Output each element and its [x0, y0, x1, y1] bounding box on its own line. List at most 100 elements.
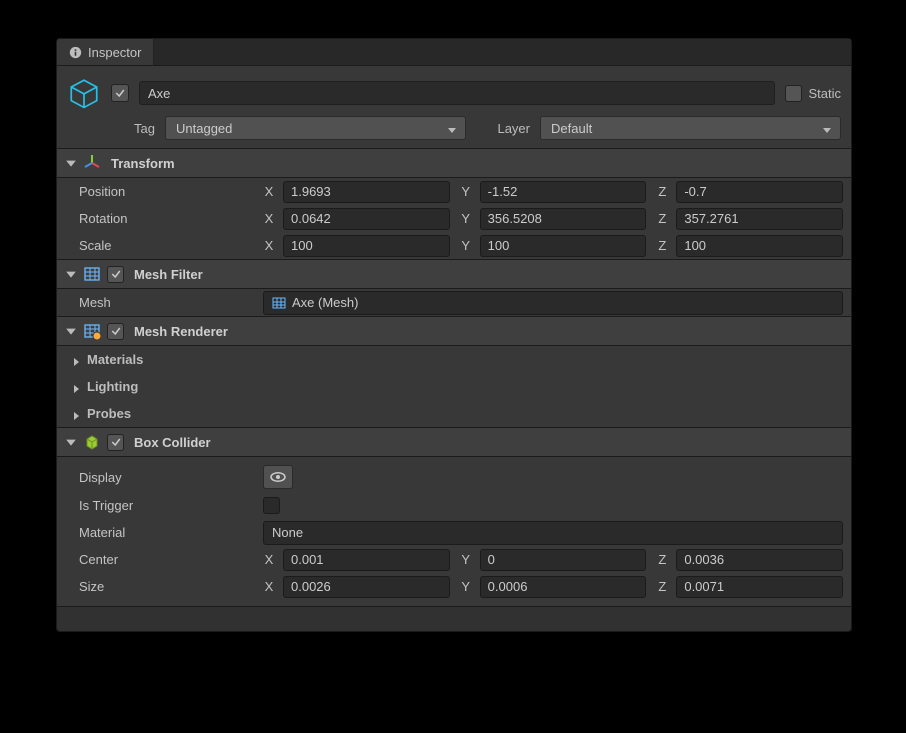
tab-inspector-label: Inspector [88, 45, 141, 60]
is-trigger-row: Is Trigger [57, 492, 851, 519]
mesh-renderer-title: Mesh Renderer [130, 324, 228, 339]
mesh-object-value: Axe (Mesh) [292, 295, 358, 310]
mesh-row: Mesh Axe (Mesh) [57, 289, 851, 316]
materials-foldout[interactable]: Materials [57, 346, 851, 373]
foldout-closed-icon [71, 409, 81, 419]
box-collider-icon [83, 433, 101, 451]
axis-z-label[interactable]: Z [650, 238, 672, 253]
center-z-input[interactable]: 0.0036 [676, 549, 843, 571]
component-header-box-collider[interactable]: Box Collider [57, 427, 851, 457]
layer-dropdown[interactable]: Default [540, 116, 841, 140]
mesh-filter-enabled-checkbox[interactable] [107, 266, 124, 283]
tab-bar: Inspector [57, 39, 851, 66]
inspector-panel: Inspector Axe Static Tag Untagged [56, 38, 852, 632]
box-collider-enabled-checkbox[interactable] [107, 434, 124, 451]
axis-y-label[interactable]: Y [454, 211, 476, 226]
probes-label: Probes [87, 406, 131, 421]
axis-x-label[interactable]: X [263, 552, 279, 567]
gameobject-cube-icon [67, 76, 101, 110]
scale-z-input[interactable]: 100 [676, 235, 843, 257]
scale-y-input[interactable]: 100 [480, 235, 647, 257]
physic-material-value: None [272, 525, 303, 540]
position-z-input[interactable]: -0.7 [676, 181, 843, 203]
rotation-row: Rotation X 0.0642 Y 356.5208 Z 357.2761 [57, 205, 851, 232]
axis-y-label[interactable]: Y [454, 184, 476, 199]
tag-label: Tag [127, 121, 161, 136]
size-row: Size X 0.0026 Y 0.0006 Z 0.0071 [57, 573, 851, 600]
edit-collider-button[interactable] [263, 465, 293, 489]
position-label: Position [79, 184, 263, 199]
component-header-transform[interactable]: Transform [57, 148, 851, 178]
axis-x-label[interactable]: X [263, 238, 279, 253]
axis-z-label[interactable]: Z [650, 552, 672, 567]
tag-dropdown-value: Untagged [176, 121, 232, 136]
mesh-renderer-icon [83, 322, 101, 340]
gameobject-name-input[interactable]: Axe [139, 81, 775, 105]
tab-inspector[interactable]: Inspector [57, 39, 154, 65]
is-trigger-label: Is Trigger [79, 498, 263, 513]
size-label: Size [79, 579, 263, 594]
foldout-closed-icon [71, 382, 81, 392]
mesh-filter-icon [83, 265, 101, 283]
axis-z-label[interactable]: Z [650, 184, 672, 199]
panel-footer [57, 606, 851, 631]
chevron-down-icon [447, 123, 457, 133]
size-x-input[interactable]: 0.0026 [283, 576, 450, 598]
rotation-z-input[interactable]: 357.2761 [676, 208, 843, 230]
mesh-icon [272, 296, 286, 310]
axis-y-label[interactable]: Y [454, 579, 476, 594]
material-row: Material None [57, 519, 851, 546]
lighting-foldout[interactable]: Lighting [57, 373, 851, 400]
gameobject-active-checkbox[interactable] [111, 84, 129, 102]
mesh-label: Mesh [79, 295, 263, 310]
foldout-closed-icon [71, 355, 81, 365]
foldout-open-icon [65, 436, 77, 448]
foldout-open-icon [65, 325, 77, 337]
transform-icon [83, 154, 101, 172]
physic-material-field[interactable]: None [263, 521, 843, 545]
rotation-label: Rotation [79, 211, 263, 226]
tag-dropdown[interactable]: Untagged [165, 116, 466, 140]
is-trigger-checkbox[interactable] [263, 497, 280, 514]
gameobject-header: Axe Static [57, 66, 851, 116]
display-label: Display [79, 470, 263, 485]
center-label: Center [79, 552, 263, 567]
rotation-y-input[interactable]: 356.5208 [480, 208, 647, 230]
axis-x-label[interactable]: X [263, 579, 279, 594]
scale-row: Scale X 100 Y 100 Z 100 [57, 232, 851, 259]
display-row: Display [57, 462, 851, 492]
size-y-input[interactable]: 0.0006 [480, 576, 647, 598]
gameobject-name-value: Axe [148, 86, 170, 101]
transform-title: Transform [107, 156, 175, 171]
size-z-input[interactable]: 0.0071 [676, 576, 843, 598]
chevron-down-icon [822, 123, 832, 133]
rotation-x-input[interactable]: 0.0642 [283, 208, 450, 230]
scale-x-input[interactable]: 100 [283, 235, 450, 257]
box-collider-title: Box Collider [130, 435, 211, 450]
material-label: Material [79, 525, 263, 540]
static-checkbox[interactable] [785, 85, 802, 102]
layer-dropdown-value: Default [551, 121, 592, 136]
info-icon [69, 46, 82, 59]
axis-x-label[interactable]: X [263, 211, 279, 226]
probes-foldout[interactable]: Probes [57, 400, 851, 427]
mesh-renderer-enabled-checkbox[interactable] [107, 323, 124, 340]
layer-label: Layer [488, 121, 536, 136]
component-header-mesh-renderer[interactable]: Mesh Renderer [57, 316, 851, 346]
component-header-mesh-filter[interactable]: Mesh Filter [57, 259, 851, 289]
axis-x-label[interactable]: X [263, 184, 279, 199]
foldout-open-icon [65, 157, 77, 169]
gameobject-tag-layer-row: Tag Untagged Layer Default [57, 116, 851, 148]
center-x-input[interactable]: 0.001 [283, 549, 450, 571]
axis-z-label[interactable]: Z [650, 579, 672, 594]
axis-z-label[interactable]: Z [650, 211, 672, 226]
mesh-filter-title: Mesh Filter [130, 267, 203, 282]
static-label: Static [808, 86, 841, 101]
position-x-input[interactable]: 1.9693 [283, 181, 450, 203]
axis-y-label[interactable]: Y [454, 552, 476, 567]
center-y-input[interactable]: 0 [480, 549, 647, 571]
mesh-object-field[interactable]: Axe (Mesh) [263, 291, 843, 315]
position-y-input[interactable]: -1.52 [480, 181, 647, 203]
axis-y-label[interactable]: Y [454, 238, 476, 253]
foldout-open-icon [65, 268, 77, 280]
